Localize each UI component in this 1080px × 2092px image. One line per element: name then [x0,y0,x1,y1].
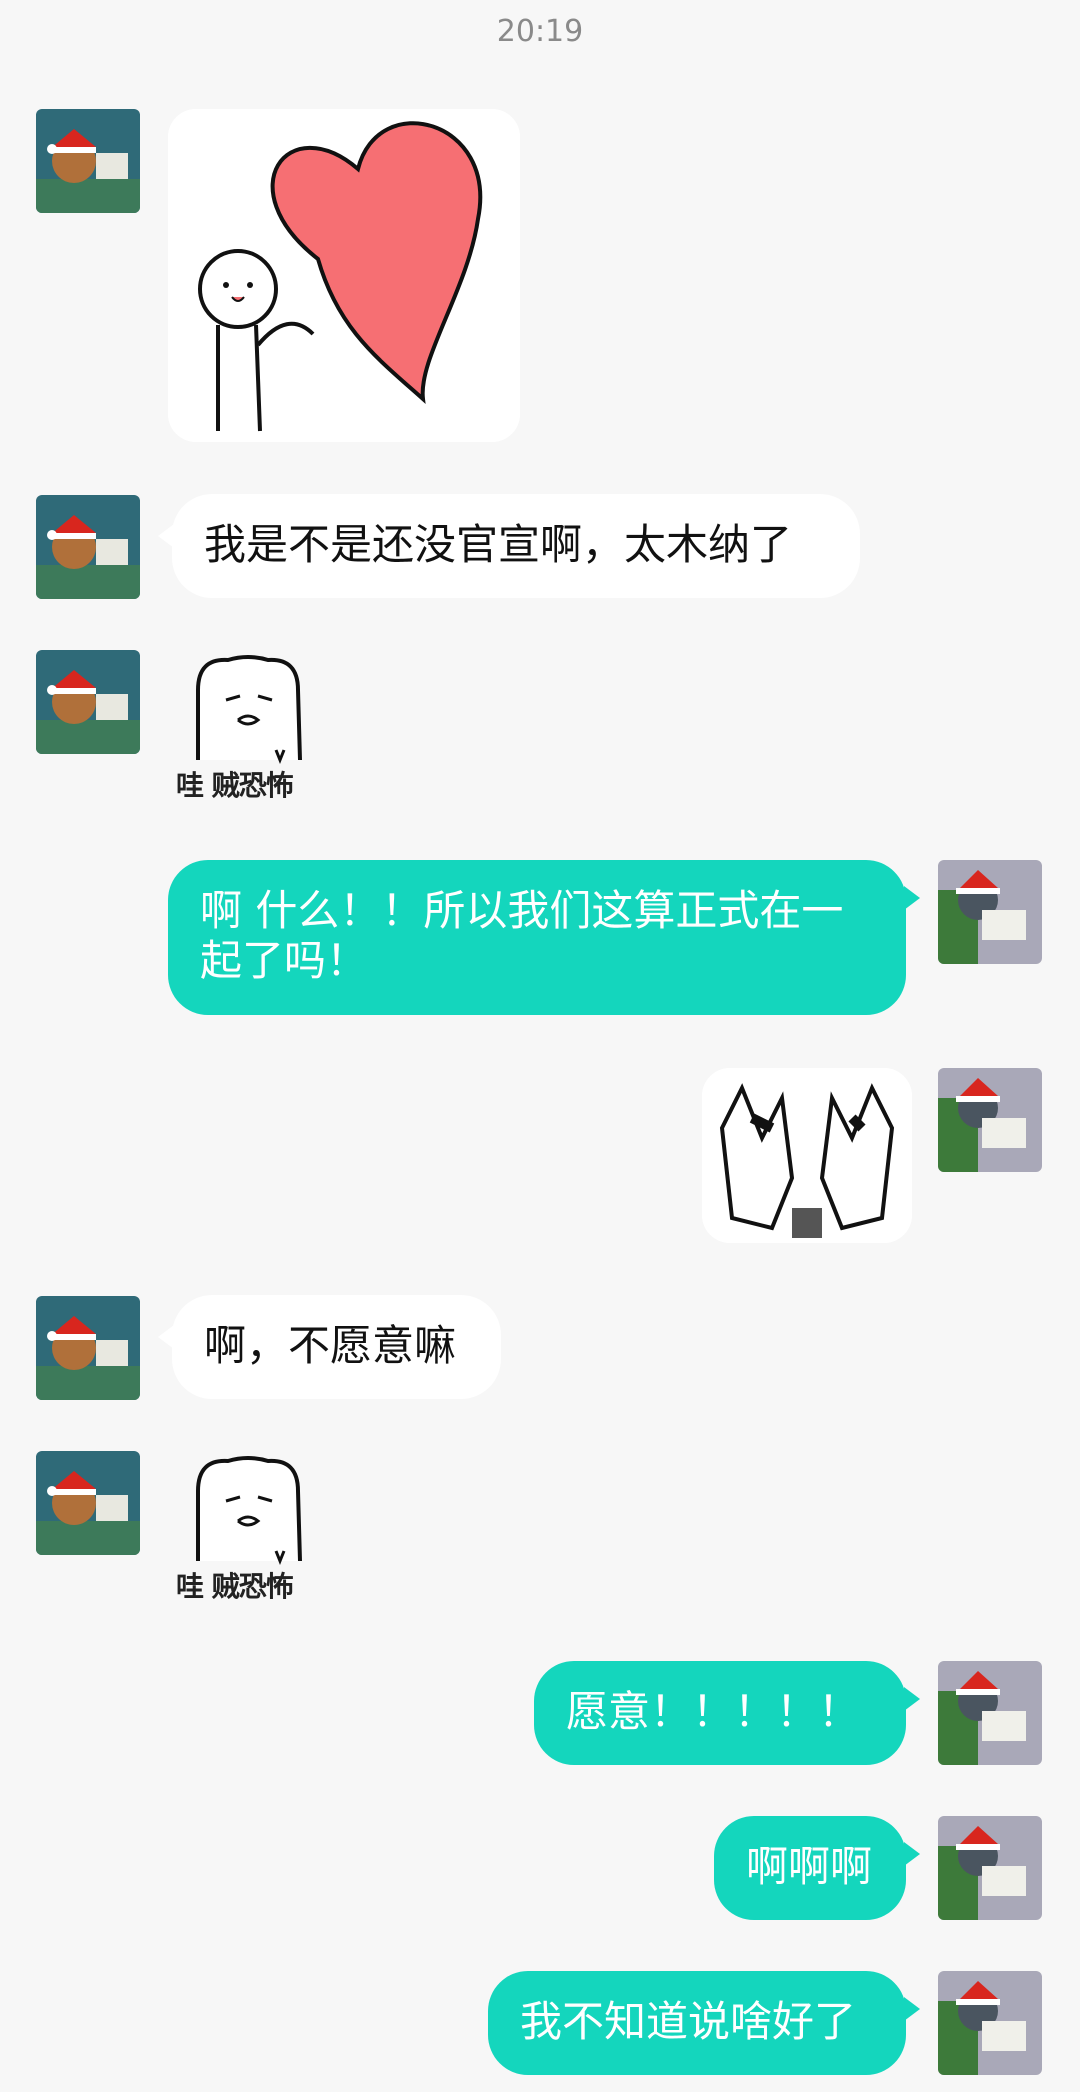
outgoing-avatar[interactable] [938,1971,1042,2075]
incoming-avatar[interactable] [36,109,140,213]
heart-hug-sticker[interactable] [168,109,520,442]
sticker-caption: 哇 贼恐怖 [176,769,294,802]
message-text: 愿意！！！！！ [566,1687,861,1736]
incoming-message-bubble[interactable]: 我是不是还没官宣啊，太木纳了 [158,494,860,598]
incoming-avatar[interactable] [36,495,140,599]
bear-wow-scary-sticker[interactable]: 哇 贼恐怖 [168,650,326,808]
hands-covering-face-sticker[interactable] [702,1068,912,1243]
message-text: 啊 什么！！所以我们这算正式在一起了吗！ [200,886,844,985]
outgoing-avatar[interactable] [938,1068,1042,1172]
incoming-avatar[interactable] [36,650,140,754]
message-text: 我是不是还没官宣啊，太木纳了 [204,520,793,569]
message-text: 我不知道说啥好了 [520,1997,857,2046]
outgoing-message-bubble[interactable]: 啊啊啊 [714,1816,920,1920]
incoming-avatar[interactable] [36,1451,140,1555]
sticker-caption: 哇 贼恐怖 [176,1570,294,1603]
incoming-message-bubble[interactable]: 啊，不愿意嘛 [158,1295,501,1399]
outgoing-message-bubble[interactable]: 愿意！！！！！ [534,1661,920,1765]
outgoing-avatar[interactable] [938,1816,1042,1920]
outgoing-message-bubble[interactable]: 啊 什么！！所以我们这算正式在一起了吗！ [168,860,920,1015]
timestamp: 20:19 [496,14,584,49]
outgoing-avatar[interactable] [938,860,1042,964]
outgoing-message-bubble[interactable]: 我不知道说啥好了 [488,1971,920,2075]
bear-wow-scary-sticker[interactable]: 哇 贼恐怖 [168,1451,326,1609]
message-text: 啊，不愿意嘛 [204,1321,457,1370]
incoming-avatar[interactable] [36,1296,140,1400]
message-text: 啊啊啊 [746,1842,873,1891]
outgoing-avatar[interactable] [938,1661,1042,1765]
